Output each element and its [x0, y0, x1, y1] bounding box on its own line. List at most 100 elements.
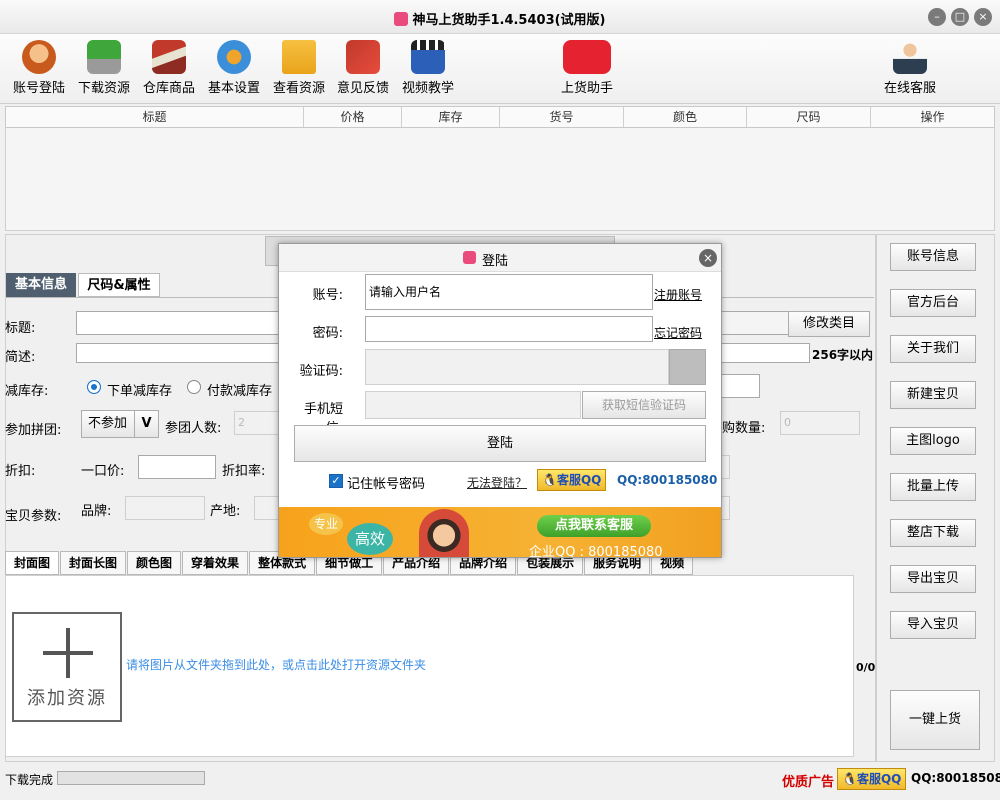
desc-input[interactable] — [76, 343, 280, 363]
stock-order-radio[interactable] — [87, 380, 101, 394]
dialog-qq-label: 客服QQ — [556, 473, 602, 487]
minimize-button[interactable]: – — [928, 8, 946, 26]
origin-input[interactable] — [254, 496, 280, 520]
column-header[interactable]: 库存 — [402, 107, 500, 127]
column-header[interactable]: 价格 — [304, 107, 402, 127]
toolbar-settings-button[interactable]: 基本设置 — [205, 40, 263, 96]
tab-color-image[interactable]: 颜色图 — [127, 551, 182, 575]
download-icon — [87, 40, 121, 74]
get-sms-code-button[interactable]: 获取短信验证码 — [582, 391, 706, 419]
tab-size-attributes[interactable]: 尺码&属性 — [78, 273, 160, 297]
toolbar-label: 视频教学 — [401, 81, 454, 96]
export-item-button[interactable]: 导出宝贝 — [890, 565, 976, 593]
brand-input[interactable] — [125, 496, 205, 520]
column-header[interactable]: 标题 — [6, 107, 304, 127]
column-header[interactable]: 货号 — [500, 107, 624, 127]
group-select[interactable]: 不参加 V — [81, 410, 159, 438]
stock-extra-input[interactable] — [720, 374, 760, 398]
column-header[interactable]: 尺码 — [747, 107, 871, 127]
add-resource-label: 添加资源 — [27, 688, 107, 709]
import-item-button[interactable]: 导入宝贝 — [890, 611, 976, 639]
image-drop-area[interactable]: 添加资源 请将图片从文件夹拖到此处，或点击此处打开资源文件夹 — [5, 575, 854, 757]
brand-label: 品牌: — [81, 504, 112, 519]
toolbar-login-button[interactable]: 账号登陆 — [10, 40, 68, 96]
buy-count-label: 购数量: — [722, 421, 766, 436]
toolbar-label: 下载资源 — [77, 81, 130, 96]
status-qq-number: QQ:800185080 — [911, 771, 1000, 785]
status-qq-button[interactable]: 🐧客服QQ — [837, 768, 907, 790]
group-select-value: 不参加 — [88, 416, 128, 431]
drop-hint-text[interactable]: 请将图片从文件夹拖到此处，或点击此处打开资源文件夹 — [126, 656, 426, 673]
toolbar-helper-button[interactable]: 上货助手 — [558, 40, 616, 96]
title-bar: 神马上货助手1.4.5403(试用版) – □ × — [0, 0, 1000, 34]
desc-input-right[interactable] — [720, 343, 810, 363]
window-title-text: 神马上货助手1.4.5403(试用版) — [412, 13, 606, 28]
dialog-qq-number: QQ:800185080 — [617, 473, 718, 487]
chevron-down-icon: V — [134, 411, 158, 437]
toolbar-label: 查看资源 — [272, 81, 325, 96]
dialog-close-icon[interactable]: × — [699, 249, 717, 267]
password-input[interactable] — [365, 316, 653, 342]
title-label: 标题: — [5, 321, 36, 336]
toolbar-video-tutorial-button[interactable]: 视频教学 — [399, 40, 457, 96]
captcha-label: 验证码: — [299, 364, 343, 379]
account-input[interactable]: 请输入用户名 — [365, 274, 653, 310]
toolbar-support-button[interactable]: 在线客服 — [880, 40, 940, 96]
product-table-body[interactable] — [5, 128, 995, 231]
toolbar-download-button[interactable]: 下载资源 — [75, 40, 133, 96]
buy-count-input[interactable]: 0 — [780, 411, 860, 435]
cant-login-link[interactable]: 无法登陆？ — [467, 474, 527, 491]
maximize-button[interactable]: □ — [951, 8, 969, 26]
shop-download-button[interactable]: 整店下载 — [890, 519, 976, 547]
stock-pay-radio[interactable] — [187, 380, 201, 394]
column-header[interactable]: 操作 — [871, 107, 994, 127]
about-us-button[interactable]: 关于我们 — [890, 335, 976, 363]
account-info-button[interactable]: 账号信息 — [890, 243, 976, 271]
batch-upload-button[interactable]: 批量上传 — [890, 473, 976, 501]
price-input[interactable] — [138, 455, 216, 479]
toolbar-warehouse-button[interactable]: 仓库商品 — [140, 40, 198, 96]
contact-banner[interactable]: 专业 高效 点我联系客服 企业QQ : 800185080 — [279, 507, 721, 557]
toolbar-label: 意见反馈 — [336, 81, 389, 96]
sms-input[interactable] — [365, 391, 581, 419]
qq-penguin-icon: 🐧 — [842, 772, 857, 786]
dialog-qq-button[interactable]: 🐧客服QQ — [537, 469, 607, 491]
window-title: 神马上货助手1.4.5403(试用版) — [0, 9, 1000, 28]
toolbar-label: 基本设置 — [207, 81, 260, 96]
title-input[interactable] — [76, 311, 280, 335]
new-item-button[interactable]: 新建宝贝 — [890, 381, 976, 409]
status-bar: 下载完成 优质广告 🐧客服QQ QQ:800185080 — [0, 765, 1000, 800]
tab-basic-info[interactable]: 基本信息 — [6, 273, 76, 297]
status-qq-label: 客服QQ — [856, 772, 902, 786]
envelope-icon — [346, 40, 380, 74]
gears-icon — [217, 40, 251, 74]
official-backend-button[interactable]: 官方后台 — [890, 289, 976, 317]
stock-label: 减库存: — [5, 384, 49, 399]
category-field[interactable] — [720, 311, 790, 335]
toolbar-feedback-button[interactable]: 意见反馈 — [334, 40, 392, 96]
one-click-upload-button[interactable]: 一键上货 — [890, 690, 980, 750]
banner-contact-button[interactable]: 点我联系客服 — [537, 515, 651, 537]
toolbar-view-resources-button[interactable]: 查看资源 — [270, 40, 328, 96]
login-button[interactable]: 登陆 — [294, 425, 706, 462]
toolbar: 账号登陆 下载资源 仓库商品 基本设置 查看资源 意见反馈 视频教学 上货助手 … — [0, 34, 1000, 104]
group-count-label: 参团人数: — [165, 421, 222, 436]
char-limit-text: 256字以内 — [812, 348, 874, 362]
qq-penguin-icon: 🐧 — [542, 473, 557, 487]
register-link[interactable]: 注册账号 — [654, 286, 702, 303]
login-dialog: 登陆 × 账号: 请输入用户名 注册账号 密码: 忘记密码 验证码: 手机短信:… — [278, 243, 722, 558]
tab-cover-long-image[interactable]: 封面长图 — [60, 551, 127, 575]
remember-checkbox[interactable]: ✓ — [329, 474, 343, 488]
captcha-image[interactable] — [669, 349, 706, 385]
main-logo-button[interactable]: 主图logo — [890, 427, 976, 455]
forgot-password-link[interactable]: 忘记密码 — [654, 324, 702, 341]
tab-cover-image[interactable]: 封面图 — [5, 551, 60, 575]
close-button[interactable]: × — [974, 8, 992, 26]
tab-wearing-effect[interactable]: 穿着效果 — [182, 551, 249, 575]
add-resource-button[interactable]: 添加资源 — [12, 612, 122, 722]
modify-category-button[interactable]: 修改类目 — [788, 311, 870, 337]
banner-tag-professional: 专业 — [309, 513, 343, 535]
group-count-input[interactable]: 2 — [234, 411, 280, 435]
captcha-input[interactable] — [365, 349, 669, 385]
column-header[interactable]: 颜色 — [624, 107, 747, 127]
